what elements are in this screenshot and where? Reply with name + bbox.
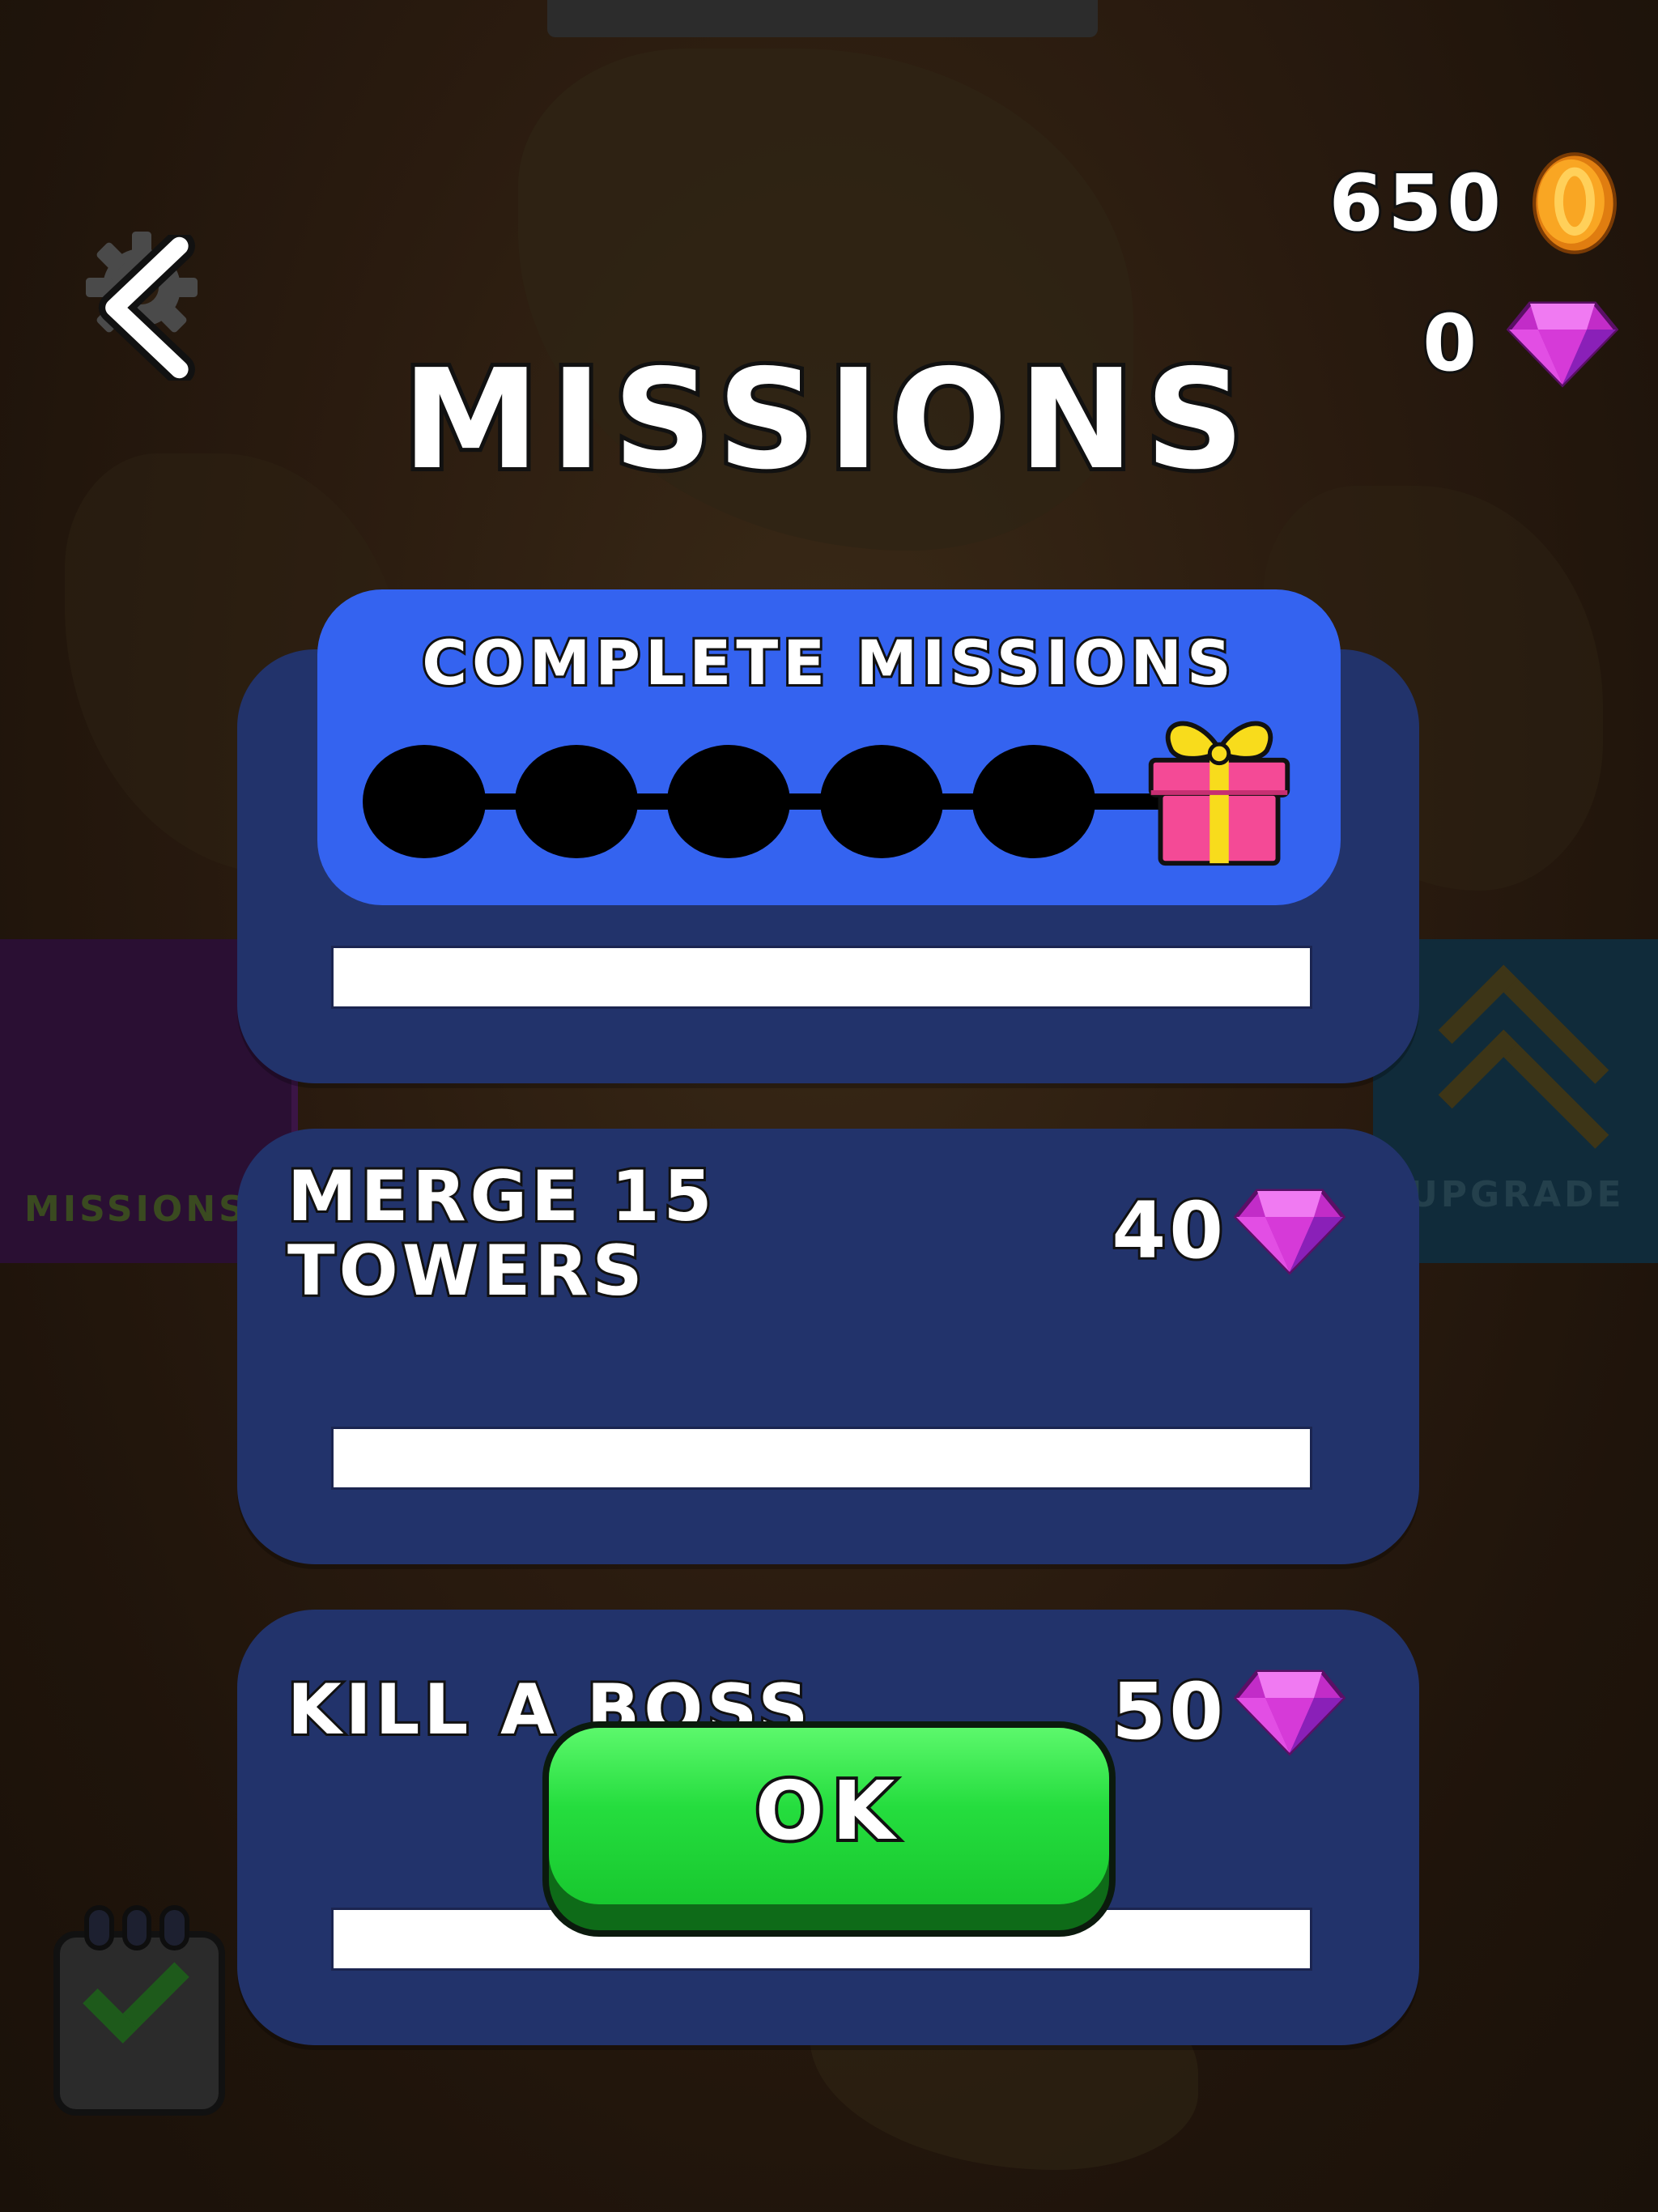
complete-missions-title: COMPLETE MISSIONS	[419, 624, 1236, 701]
reward-amount: 50	[1109, 1664, 1226, 1759]
clipboard-icon	[53, 1905, 225, 2116]
mission-step-track	[363, 745, 1205, 858]
step-dot	[363, 745, 486, 858]
ok-button-label: OK	[752, 1760, 903, 1861]
mission-reward: 40	[1109, 1183, 1346, 1278]
mission-progress-bar	[331, 946, 1312, 1009]
mission-reward: 50	[1109, 1664, 1346, 1759]
step-dot	[667, 745, 790, 858]
complete-missions-panel: COMPLETE MISSIONS	[317, 589, 1341, 905]
checkmark-icon	[83, 1937, 189, 2044]
background-missions-label: MISSIONS	[24, 1189, 248, 1230]
gem-icon	[1233, 1670, 1346, 1756]
missions-screen: MISSIONS UPGRADE 650 0 MISSIONS MERGE 15…	[0, 0, 1658, 2212]
coin-counter: 650	[1327, 151, 1619, 256]
mission-card: MERGE 15 TOWERS 40	[237, 1129, 1419, 1564]
gift-icon	[1148, 721, 1290, 866]
coin-icon	[1533, 152, 1617, 254]
background-upgrade-label: UPGRADE	[1409, 1174, 1625, 1215]
mission-progress-bar	[331, 1427, 1312, 1490]
step-dot	[515, 745, 638, 858]
gem-icon	[1233, 1189, 1346, 1275]
mission-title: MERGE 15 TOWERS	[285, 1156, 716, 1312]
reward-amount: 40	[1109, 1183, 1226, 1278]
coin-amount: 650	[1327, 155, 1506, 251]
step-dot	[820, 745, 943, 858]
step-dot	[972, 745, 1095, 858]
ok-button[interactable]: OK	[542, 1721, 1116, 1937]
background-top-bar	[547, 0, 1098, 37]
page-title: MISSIONS	[398, 336, 1256, 504]
